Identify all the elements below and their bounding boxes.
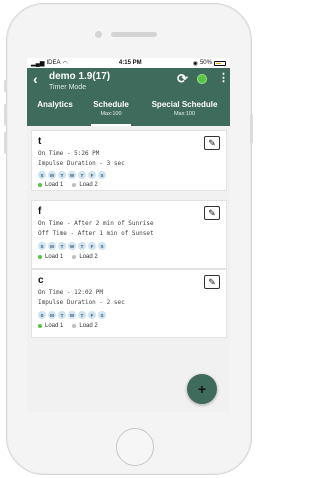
schedule-card[interactable]: t ✎ On Time - 5:26 PM Impulse Duration -…	[31, 130, 227, 191]
load-row: Load 1 Load 2	[38, 323, 98, 329]
signal-icon: ▂▄▆	[31, 60, 45, 67]
tab-label: Analytics	[37, 100, 73, 109]
refresh-icon[interactable]: ⟳	[177, 71, 188, 87]
plus-icon: +	[197, 381, 207, 397]
tab-bar: Analytics Schedule Max:100 Special Schedu…	[27, 98, 230, 126]
day-badge: M	[48, 311, 56, 319]
tab-special-schedule[interactable]: Special Schedule Max:100	[139, 98, 230, 126]
day-badge: T	[78, 242, 86, 250]
day-badge: F	[88, 311, 96, 319]
front-camera	[95, 31, 102, 38]
day-badge: S	[38, 242, 46, 250]
schedule-card[interactable]: c ✎ On Time - 12:02 PM Impulse Duration …	[31, 269, 227, 338]
edit-pencil-icon[interactable]: ✎	[204, 136, 220, 150]
tab-label: Special Schedule	[151, 100, 218, 109]
day-badge: S	[98, 171, 106, 179]
load-off-icon	[72, 183, 77, 187]
clock: 4:15 PM	[118, 60, 142, 66]
load-label: Load 1	[45, 254, 64, 260]
day-badge: W	[68, 242, 76, 250]
load-label: Load 2	[79, 323, 98, 329]
edit-pencil-icon[interactable]: ✎	[204, 206, 220, 220]
day-badge: S	[98, 242, 106, 250]
day-badge: F	[88, 242, 96, 250]
load-on-icon	[38, 255, 42, 259]
device-title: demo 1.9(17)	[49, 71, 111, 82]
load-label: Load 2	[79, 254, 98, 260]
back-arrow-icon[interactable]: ‹	[33, 71, 38, 87]
load-row: Load 1 Load 2	[38, 182, 98, 188]
weekday-row: S M T W T F S	[38, 171, 106, 179]
day-badge: M	[48, 171, 56, 179]
load-on-icon	[38, 183, 42, 187]
load-off-icon	[72, 324, 77, 328]
day-badge: S	[38, 311, 46, 319]
location-icon: ◉	[192, 60, 198, 67]
mute-switch	[4, 80, 7, 92]
wifi-icon: ◠	[62, 60, 68, 67]
volume-up-button	[4, 104, 7, 126]
battery-percent: 50%	[199, 60, 212, 66]
schedule-name: c	[38, 275, 44, 286]
home-button[interactable]	[116, 428, 154, 466]
day-badge: W	[68, 311, 76, 319]
app-bar: ‹ demo 1.9(17) Timer Mode ⟳ ⋮ Analytics …	[27, 68, 230, 126]
load-label: Load 2	[79, 182, 98, 188]
power-button	[250, 114, 253, 144]
schedule-card[interactable]: f ✎ On Time - After 2 min of Sunrise Off…	[31, 200, 227, 269]
battery-icon	[213, 60, 226, 66]
tab-analytics[interactable]: Analytics	[27, 98, 83, 126]
day-badge: T	[58, 171, 66, 179]
tab-sublabel: Max:100	[173, 111, 196, 117]
tab-schedule[interactable]: Schedule Max:100	[83, 98, 139, 126]
tab-label: Schedule	[93, 100, 129, 109]
schedule-detail: On Time - 12:02 PM	[38, 289, 104, 296]
day-badge: F	[88, 171, 96, 179]
status-bar: ▂▄▆ IDEA ◠ 4:15 PM ◉ 50%	[27, 58, 230, 68]
day-badge: S	[38, 171, 46, 179]
schedule-detail: Impulse Duration - 2 sec	[38, 299, 125, 306]
volume-down-button	[4, 132, 7, 154]
weekday-row: S M T W T F S	[38, 311, 106, 319]
weekday-row: S M T W T F S	[38, 242, 106, 250]
schedule-name: t	[38, 136, 42, 147]
day-badge: T	[78, 171, 86, 179]
schedule-detail: Off Time - After 1 min of Sunset	[38, 230, 154, 237]
schedule-detail: Impulse Duration - 3 sec	[38, 160, 125, 167]
day-badge: T	[78, 311, 86, 319]
add-schedule-button[interactable]: +	[187, 374, 217, 404]
connection-status-icon	[197, 74, 207, 84]
load-row: Load 1 Load 2	[38, 254, 98, 260]
device-mode: Timer Mode	[49, 84, 87, 91]
load-off-icon	[72, 255, 77, 259]
schedule-name: f	[38, 206, 42, 217]
speaker-grille	[111, 32, 157, 37]
load-label: Load 1	[45, 182, 64, 188]
carrier-label: IDEA	[46, 60, 61, 66]
day-badge: T	[58, 311, 66, 319]
more-menu-icon[interactable]: ⋮	[218, 71, 229, 84]
day-badge: S	[98, 311, 106, 319]
day-badge: M	[48, 242, 56, 250]
day-badge: T	[58, 242, 66, 250]
load-on-icon	[38, 324, 42, 328]
load-label: Load 1	[45, 323, 64, 329]
app-screen: ▂▄▆ IDEA ◠ 4:15 PM ◉ 50% ‹ demo 1.9(17) …	[27, 58, 230, 412]
edit-pencil-icon[interactable]: ✎	[204, 275, 220, 289]
day-badge: W	[68, 171, 76, 179]
schedule-detail: On Time - 5:26 PM	[38, 150, 100, 157]
schedule-detail: On Time - After 2 min of Sunrise	[38, 220, 154, 227]
tab-sublabel: Max:100	[100, 111, 122, 117]
